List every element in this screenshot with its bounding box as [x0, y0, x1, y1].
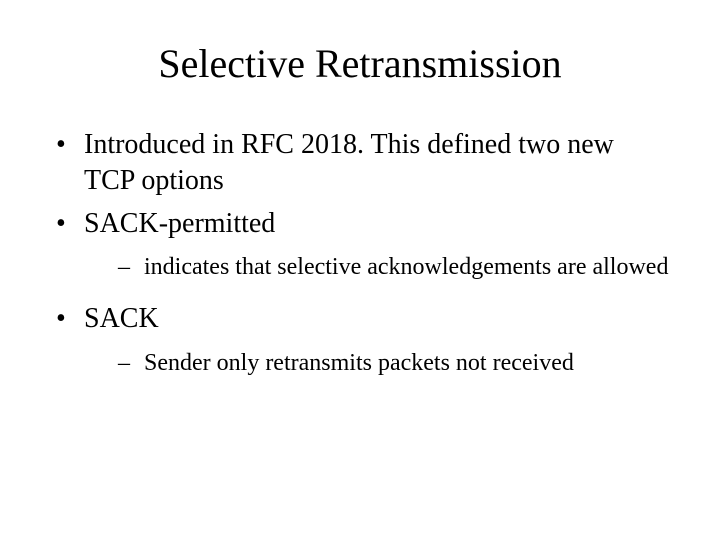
sub-bullet-item: Sender only retransmits packets not rece… — [84, 348, 670, 379]
sub-bullet-list: Sender only retransmits packets not rece… — [84, 348, 670, 379]
bullet-item: Introduced in RFC 2018. This defined two… — [50, 127, 670, 200]
bullet-text: SACK-permitted — [84, 208, 275, 239]
sub-bullet-item: indicates that selective acknowledgement… — [84, 252, 670, 283]
slide-title: Selective Retransmission — [50, 40, 670, 87]
bullet-list: Introduced in RFC 2018. This defined two… — [50, 127, 670, 379]
bullet-text: SACK — [84, 303, 159, 334]
slide: Selective Retransmission Introduced in R… — [0, 0, 720, 540]
sub-bullet-text: indicates that selective acknowledgement… — [144, 254, 668, 280]
bullet-item: SACK-permitted indicates that selective … — [50, 206, 670, 284]
bullet-text: Introduced in RFC 2018. This defined two… — [84, 129, 614, 196]
sub-bullet-list: indicates that selective acknowledgement… — [84, 252, 670, 283]
sub-bullet-text: Sender only retransmits packets not rece… — [144, 350, 574, 376]
bullet-item: SACK Sender only retransmits packets not… — [50, 301, 670, 379]
